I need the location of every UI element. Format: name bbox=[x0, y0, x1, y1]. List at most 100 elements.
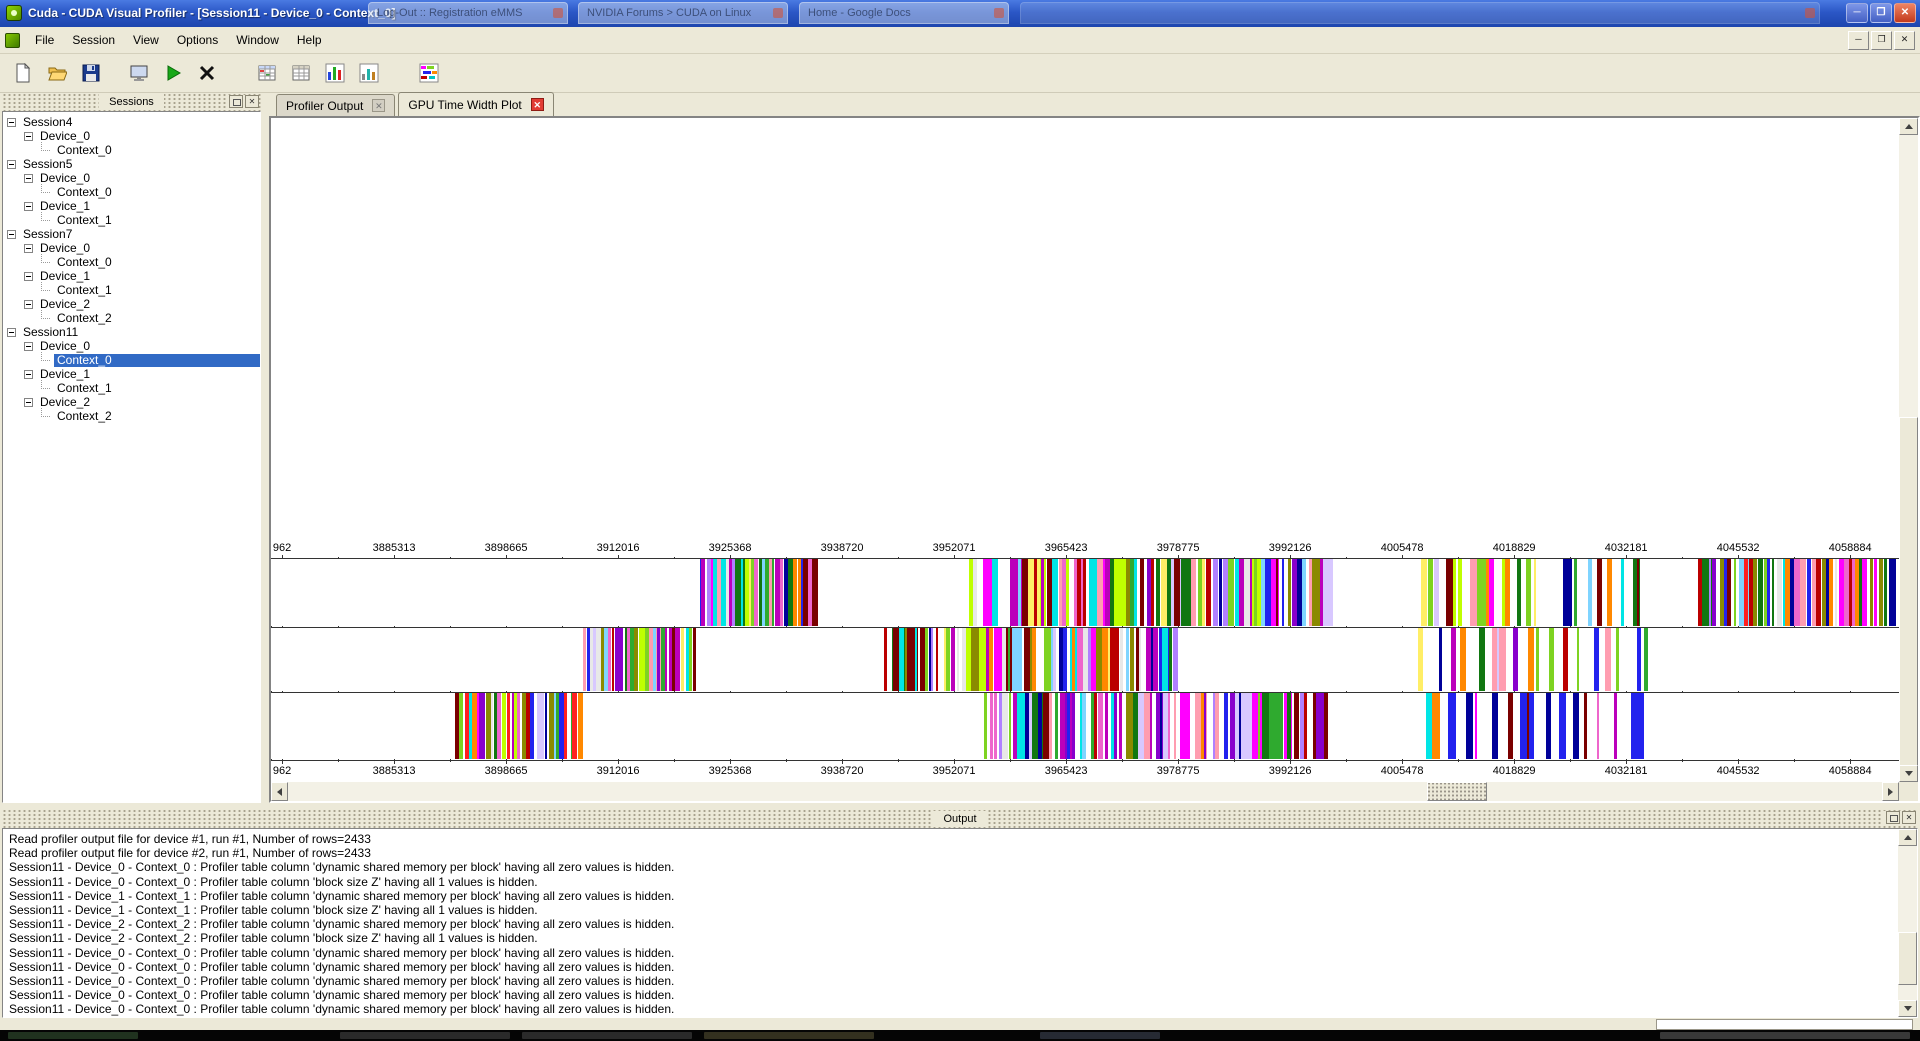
collapse-icon[interactable] bbox=[7, 117, 16, 127]
taskbar-item[interactable] bbox=[522, 1032, 692, 1039]
menu-view[interactable]: View bbox=[124, 30, 168, 50]
gpu-kernel-bar bbox=[479, 693, 485, 759]
tick-mark bbox=[898, 759, 900, 762]
mdi-minimize-button[interactable]: ─ bbox=[1848, 31, 1869, 50]
tab-profiler-output[interactable]: Profiler Output ✕ bbox=[276, 94, 396, 116]
mdi-window-controls: ─ ❐ ✕ bbox=[1848, 31, 1915, 50]
menu-window[interactable]: Window bbox=[227, 30, 288, 50]
gpu-kernel-bar bbox=[1607, 559, 1613, 626]
minimize-button[interactable]: ─ bbox=[1846, 3, 1868, 23]
plot-lane-1[interactable] bbox=[271, 559, 1899, 626]
dock-float-icon[interactable] bbox=[229, 95, 243, 108]
tree-item-context_2[interactable]: Context_2 bbox=[3, 407, 260, 423]
taskbar-item[interactable] bbox=[8, 1032, 138, 1039]
collapse-icon[interactable] bbox=[7, 327, 16, 337]
summary-table-icon[interactable] bbox=[284, 57, 318, 89]
tree-item-session7[interactable]: Session7 bbox=[3, 227, 260, 241]
collapse-icon[interactable] bbox=[7, 229, 16, 239]
collapse-icon[interactable] bbox=[7, 159, 16, 169]
save-session-icon[interactable] bbox=[74, 57, 108, 89]
scroll-down-icon[interactable] bbox=[1899, 765, 1918, 782]
output-panel-title: Output bbox=[933, 810, 987, 827]
collapse-icon[interactable] bbox=[24, 131, 33, 141]
tree-item-session4[interactable]: Session4 bbox=[3, 115, 260, 129]
collapse-icon[interactable] bbox=[24, 299, 33, 309]
plot-lane-3[interactable] bbox=[271, 693, 1899, 759]
gpu-kernel-bar bbox=[1513, 628, 1518, 691]
menu-items: File Session View Options Window Help bbox=[26, 30, 331, 50]
axis-tick-label: 4032181 bbox=[1604, 542, 1648, 554]
dock-float-icon[interactable] bbox=[1886, 811, 1900, 824]
tree-item-session11[interactable]: Session11 bbox=[3, 325, 260, 339]
taskbar-item[interactable] bbox=[1040, 1032, 1160, 1039]
open-session-icon[interactable] bbox=[40, 57, 74, 89]
taskbar-item[interactable] bbox=[1660, 1032, 1910, 1039]
gpu-kernel-bar bbox=[1883, 559, 1888, 626]
profiler-output-icon[interactable] bbox=[122, 57, 156, 89]
close-button[interactable]: ✕ bbox=[1894, 3, 1916, 23]
scroll-right-icon[interactable] bbox=[1882, 782, 1899, 801]
sessions-panel-title: Sessions bbox=[99, 94, 164, 110]
taskbar-item[interactable] bbox=[704, 1032, 874, 1039]
profiler-table-icon[interactable] bbox=[250, 57, 284, 89]
plot-horizontal-scrollbar[interactable] bbox=[271, 782, 1899, 801]
collapse-icon[interactable] bbox=[24, 173, 33, 183]
gpu-kernel-bar bbox=[1771, 559, 1774, 626]
gpu-kernel-bar bbox=[1152, 628, 1159, 691]
gpu-kernel-bar bbox=[1505, 559, 1510, 626]
new-session-icon[interactable] bbox=[6, 57, 40, 89]
collapse-icon[interactable] bbox=[24, 271, 33, 281]
plot-lane-2[interactable] bbox=[271, 628, 1899, 691]
tree-item-context_0[interactable]: Context_0 bbox=[3, 183, 260, 199]
gpu-kernel-bar bbox=[1213, 559, 1218, 626]
dock-close-icon[interactable]: ✕ bbox=[245, 95, 259, 108]
tree-item-context_0[interactable]: Context_0 bbox=[3, 141, 260, 157]
dock-close-icon[interactable]: ✕ bbox=[1902, 811, 1916, 824]
menu-file[interactable]: File bbox=[26, 30, 63, 50]
tab-gpu-time-width-plot[interactable]: GPU Time Width Plot ✕ bbox=[398, 92, 554, 116]
titlebar: Cuda - CUDA Visual Profiler - [Session11… bbox=[0, 0, 1920, 27]
gpu-time-height-plot-icon[interactable] bbox=[318, 57, 352, 89]
tab-close-icon[interactable]: ✕ bbox=[372, 99, 386, 112]
maximize-button[interactable]: ❐ bbox=[1870, 3, 1892, 23]
mdi-restore-button[interactable]: ❐ bbox=[1871, 31, 1892, 50]
gpu-kernel-bar bbox=[1168, 628, 1173, 691]
hscroll-thumb[interactable] bbox=[1426, 782, 1487, 801]
output-log-line: Session11 - Device_1 - Context_1 : Profi… bbox=[9, 903, 538, 918]
menu-session[interactable]: Session bbox=[63, 30, 124, 50]
collapse-icon[interactable] bbox=[24, 369, 33, 379]
start-profiling-icon[interactable] bbox=[156, 57, 190, 89]
output-vertical-scrollbar[interactable] bbox=[1898, 829, 1917, 1017]
gpu-time-summary-plot-icon[interactable] bbox=[352, 57, 386, 89]
vscroll-thumb[interactable] bbox=[1899, 416, 1918, 782]
tree-item-session5[interactable]: Session5 bbox=[3, 157, 260, 171]
mdi-close-button[interactable]: ✕ bbox=[1894, 31, 1915, 50]
gpu-kernel-bar bbox=[1562, 628, 1569, 691]
scroll-left-icon[interactable] bbox=[271, 782, 288, 801]
gpu-kernel-bar bbox=[1712, 559, 1717, 626]
tree-item-context_0[interactable]: Context_0 bbox=[3, 253, 260, 269]
tab-close-icon[interactable]: ✕ bbox=[530, 98, 544, 111]
collapse-icon[interactable] bbox=[24, 243, 33, 253]
collapse-icon[interactable] bbox=[24, 397, 33, 407]
gpu-kernel-bar bbox=[1048, 693, 1052, 759]
gpu-time-width-plot-icon[interactable] bbox=[412, 57, 446, 89]
scroll-up-icon[interactable] bbox=[1899, 118, 1918, 135]
tree-item-context_1[interactable]: Context_1 bbox=[3, 211, 260, 227]
tree-item-context_1[interactable]: Context_1 bbox=[3, 379, 260, 395]
collapse-icon[interactable] bbox=[24, 201, 33, 211]
menu-options[interactable]: Options bbox=[168, 30, 227, 50]
plot-canvas[interactable]: 962 3885313 3898665 3912016 3925368 3938720 39… bbox=[271, 118, 1899, 782]
scroll-down-icon[interactable] bbox=[1898, 1000, 1917, 1017]
menu-help[interactable]: Help bbox=[288, 30, 331, 50]
tree-item-context_1[interactable]: Context_1 bbox=[3, 281, 260, 297]
vscroll-thumb[interactable] bbox=[1898, 932, 1917, 986]
output-hscroll-box[interactable] bbox=[1656, 1019, 1913, 1030]
collapse-icon[interactable] bbox=[24, 341, 33, 351]
stop-icon[interactable] bbox=[190, 57, 224, 89]
scroll-up-icon[interactable] bbox=[1898, 829, 1917, 846]
plot-vertical-scrollbar[interactable] bbox=[1899, 118, 1918, 782]
tree-item-context_0[interactable]: Context_0 bbox=[3, 351, 260, 367]
tree-item-context_2[interactable]: Context_2 bbox=[3, 309, 260, 325]
taskbar-item[interactable] bbox=[340, 1032, 510, 1039]
